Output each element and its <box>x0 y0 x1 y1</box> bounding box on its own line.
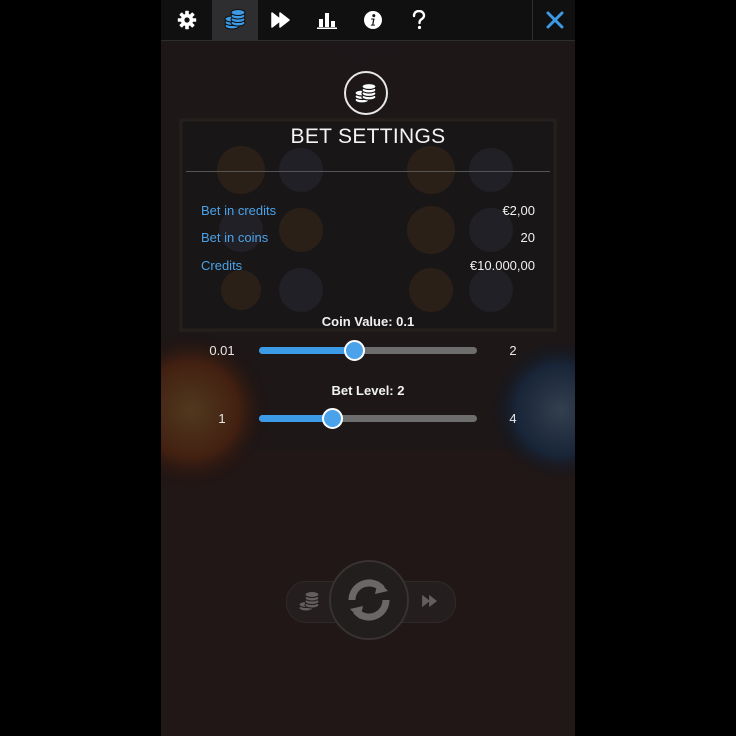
info-row-bet-coins: Bet in coins 20 <box>201 230 535 250</box>
gear-icon <box>177 10 197 30</box>
info-icon <box>364 11 382 29</box>
coin-value-slider[interactable] <box>259 340 477 361</box>
game-controls <box>161 560 575 644</box>
coin-value-min: 0.01 <box>209 343 235 358</box>
info-row-credits: Credits €10.000,00 <box>201 258 535 278</box>
bet-level-max: 4 <box>509 411 517 426</box>
tab-paytable[interactable] <box>304 0 350 40</box>
bet-level-slider[interactable] <box>259 408 477 429</box>
close-button[interactable] <box>532 0 575 40</box>
coins-icon <box>354 82 377 104</box>
bet-level-thumb[interactable] <box>321 408 343 429</box>
coin-value-max: 2 <box>509 343 517 358</box>
tab-help[interactable] <box>396 0 442 40</box>
bet-level-fill <box>259 415 331 422</box>
info-value: €10.000,00 <box>469 258 535 273</box>
tab-bet-settings[interactable] <box>212 0 258 40</box>
tab-autoplay[interactable] <box>258 0 304 40</box>
info-value: €2,00 <box>502 203 535 218</box>
spin-icon <box>348 579 390 621</box>
title-divider <box>186 171 550 172</box>
coins-icon <box>298 591 320 612</box>
bet-settings-panel: BET SETTINGS Bet in credits €2,00 Bet in… <box>161 0 575 736</box>
question-icon <box>412 10 426 30</box>
spin-button[interactable] <box>329 560 409 640</box>
close-icon <box>546 11 563 29</box>
coin-value-fill <box>259 347 353 354</box>
bar-chart-icon <box>317 13 337 29</box>
info-row-bet-credits: Bet in credits €2,00 <box>201 203 535 223</box>
info-label: Bet in credits <box>201 203 277 218</box>
page-title: BET SETTINGS <box>290 125 446 148</box>
tab-settings[interactable] <box>164 0 210 40</box>
fast-forward-icon <box>422 594 437 608</box>
coins-icon <box>224 9 246 30</box>
tab-info[interactable] <box>350 0 396 40</box>
info-label: Credits <box>201 258 243 273</box>
info-label: Bet in coins <box>201 230 269 245</box>
header-coins-badge <box>344 71 388 115</box>
fast-forward-icon <box>271 12 290 28</box>
info-value: 20 <box>520 230 535 245</box>
coin-value-thumb[interactable] <box>343 340 365 361</box>
menu-tab-bar <box>161 0 575 41</box>
bet-level-title: Bet Level: 2 <box>331 383 405 398</box>
coin-value-title: Coin Value: 0.1 <box>321 314 415 329</box>
bet-level-min: 1 <box>218 411 226 426</box>
